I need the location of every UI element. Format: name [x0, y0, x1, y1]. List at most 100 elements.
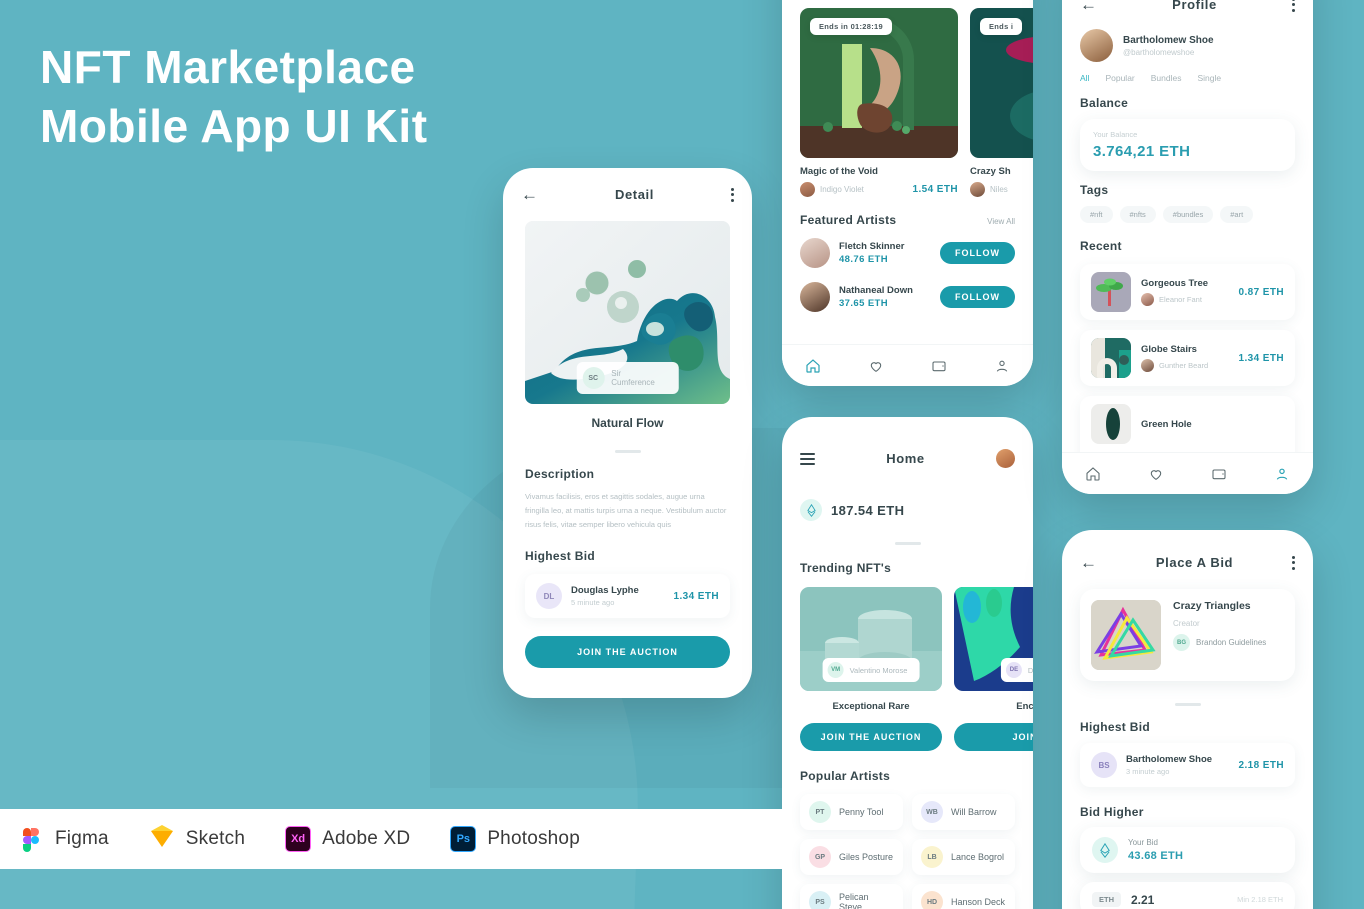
auction-cards-carousel[interactable]: Ends in 01:28:19 Magic of the Void Indig…	[782, 0, 1033, 197]
tool-label-photoshop: Photoshop	[487, 828, 580, 849]
detail-title: Detail	[614, 187, 654, 202]
popular-artist-item[interactable]: LB Lance Bogrol	[912, 839, 1015, 875]
bottom-tabbar	[782, 344, 1033, 386]
popular-artist-item[interactable]: HD Hanson Deck	[912, 884, 1015, 909]
tab-wallet-icon[interactable]	[931, 358, 947, 374]
join-the-auction-button[interactable]: JOIN THE AUCTION	[800, 723, 942, 751]
tab-all[interactable]: All	[1080, 73, 1089, 83]
detail-nft-name: Natural Flow	[591, 416, 664, 430]
trending-card[interactable]: VM Valentino Morose Exceptional Rare JOI…	[800, 587, 942, 751]
avatar[interactable]	[1080, 29, 1113, 62]
tag-bundles[interactable]: #bundles	[1162, 206, 1214, 223]
trending-artist-chip[interactable]: VM Valentino Morose	[822, 658, 920, 682]
auction-card-price: 1.54 ETH	[912, 184, 958, 195]
trending-card-title: Enc	[1016, 701, 1033, 712]
tab-popular[interactable]: Popular	[1105, 73, 1134, 83]
adobe-xd-icon: Xd	[285, 826, 312, 852]
artist-name: Indigo Violet	[820, 185, 864, 194]
recent-thumbnail	[1091, 404, 1131, 444]
artist-initials-avatar: PS	[809, 891, 831, 909]
more-options-icon[interactable]	[1291, 555, 1295, 570]
profile-navbar: ← Profile	[1062, 0, 1313, 25]
phone-place-a-bid-screen: ← Place A Bid Crazy Triangles Creator BG…	[1062, 530, 1313, 909]
artist-row[interactable]: Fletch Skinner 48.76 ETH FOLLOW	[800, 231, 1015, 275]
trending-artist-chip[interactable]: DE Dc	[1000, 658, 1033, 682]
tag-art[interactable]: #art	[1220, 206, 1254, 223]
trending-card[interactable]: DE Dc Enc JOIN	[954, 587, 1033, 751]
tool-photoshop[interactable]: Ps Photoshop	[450, 826, 580, 852]
tab-wallet-icon[interactable]	[1211, 466, 1227, 482]
tab-home-icon[interactable]	[1085, 466, 1101, 482]
recent-price: 0.87 ETH	[1238, 286, 1284, 298]
ethereum-icon	[1092, 837, 1118, 863]
highest-bid-heading: Highest Bid	[1080, 720, 1150, 734]
auction-card-artist: Indigo Violet	[800, 182, 864, 197]
popular-artist-item[interactable]: PT Penny Tool	[800, 794, 903, 830]
back-arrow-icon[interactable]: ←	[521, 186, 538, 203]
recent-item[interactable]: Gorgeous Tree Eleanor Fant 0.87 ETH	[1080, 264, 1295, 320]
sheet-grabber[interactable]	[614, 450, 641, 453]
tool-label-adobe-xd: Adobe XD	[322, 828, 411, 849]
popular-artist-item[interactable]: WB Will Barrow	[912, 794, 1015, 830]
tab-home-icon[interactable]	[805, 358, 821, 374]
join-the-auction-button[interactable]: JOIN	[954, 723, 1033, 751]
home-navbar: Home	[782, 417, 1033, 480]
recent-name: Globe Stairs	[1141, 344, 1197, 355]
tab-favorites-icon[interactable]	[868, 358, 884, 374]
follow-button[interactable]: FOLLOW	[940, 242, 1015, 264]
menu-icon[interactable]	[800, 452, 815, 465]
popular-artist-item[interactable]: PS Pelican Steve	[800, 884, 903, 909]
artist-avatar	[800, 282, 830, 312]
more-options-icon[interactable]	[1292, 0, 1295, 12]
back-arrow-icon[interactable]: ←	[1080, 0, 1097, 13]
tool-adobe-xd[interactable]: Xd Adobe XD	[285, 826, 410, 852]
tab-profile-icon[interactable]	[1274, 466, 1290, 482]
auction-card-footer: Niles	[970, 182, 1033, 197]
creator-initials-avatar: BG	[1173, 634, 1190, 651]
detail-screen: ← Detail SC Sir Cumference Natural Flow …	[503, 168, 752, 698]
popular-artist-item[interactable]: GP Giles Posture	[800, 839, 903, 875]
tab-favorites-icon[interactable]	[1148, 466, 1164, 482]
recent-artwork	[1091, 338, 1131, 378]
auction-countdown-chip: Ends in 01:28:19	[810, 18, 892, 35]
description-heading: Description	[525, 467, 595, 481]
phone-home-screen: Home 187.54 ETH Trending NFT's VM Valent…	[782, 417, 1033, 909]
more-options-icon[interactable]	[730, 187, 734, 202]
highest-bid-row[interactable]: BS Bartholomew Shoe 3 minute ago 2.18 ET…	[1080, 743, 1295, 787]
recent-item[interactable]: Globe Stairs Gunther Beard 1.34 ETH	[1080, 330, 1295, 386]
featured-artists-heading: Featured Artists	[800, 213, 897, 227]
recent-heading: Recent	[1080, 239, 1122, 253]
avatar[interactable]	[996, 449, 1015, 468]
tag-nfts[interactable]: #nfts	[1119, 206, 1156, 223]
bid-nft-thumbnail	[1091, 600, 1161, 670]
join-the-auction-button[interactable]: JOIN THE AUCTION	[525, 636, 730, 669]
detail-creator-chip[interactable]: SC Sir Cumference	[576, 362, 679, 394]
bid-amount-input-row[interactable]: ETH 2.21 Min 2.18 ETH	[1080, 882, 1295, 909]
auction-card[interactable]: Ends i Crazy Sh Niles	[970, 8, 1033, 197]
bidder-name: Douglas Lyphe	[571, 585, 639, 597]
artist-row[interactable]: Nathaneal Down 37.65 ETH FOLLOW	[800, 275, 1015, 319]
view-all-link[interactable]: View All	[987, 217, 1015, 226]
sketch-icon	[149, 825, 175, 852]
auction-card-footer: Indigo Violet 1.54 ETH	[800, 182, 958, 197]
tab-bundles[interactable]: Bundles	[1151, 73, 1182, 83]
home-balance: 187.54 ETH	[800, 494, 1015, 526]
artist-avatar	[1141, 293, 1154, 306]
profile-header: Bartholomew Shoe @bartholomewshoe	[1062, 25, 1313, 62]
follow-button[interactable]: FOLLOW	[940, 286, 1015, 308]
balance-card: Your Balance 3.764,21 ETH	[1080, 119, 1295, 171]
auction-countdown-chip: Ends i	[980, 18, 1023, 35]
trending-carousel[interactable]: VM Valentino Morose Exceptional Rare JOI…	[782, 575, 1033, 751]
artist-name: Gunther Beard	[1159, 361, 1209, 370]
tab-profile-icon[interactable]	[994, 358, 1010, 374]
tag-nft[interactable]: #nft	[1080, 206, 1113, 223]
tool-figma[interactable]: Figma	[18, 826, 109, 852]
auction-card-artist: Niles	[970, 182, 1008, 197]
auction-card[interactable]: Ends in 01:28:19 Magic of the Void Indig…	[800, 8, 958, 197]
bid-input-value[interactable]: 2.21	[1131, 893, 1154, 907]
tab-single[interactable]: Single	[1197, 73, 1221, 83]
detail-nft-image: SC Sir Cumference	[525, 221, 730, 404]
back-arrow-icon[interactable]: ←	[1080, 554, 1097, 571]
highest-bid-row[interactable]: DL Douglas Lyphe 5 minute ago 1.34 ETH	[525, 574, 730, 618]
tool-sketch[interactable]: Sketch	[149, 825, 245, 852]
